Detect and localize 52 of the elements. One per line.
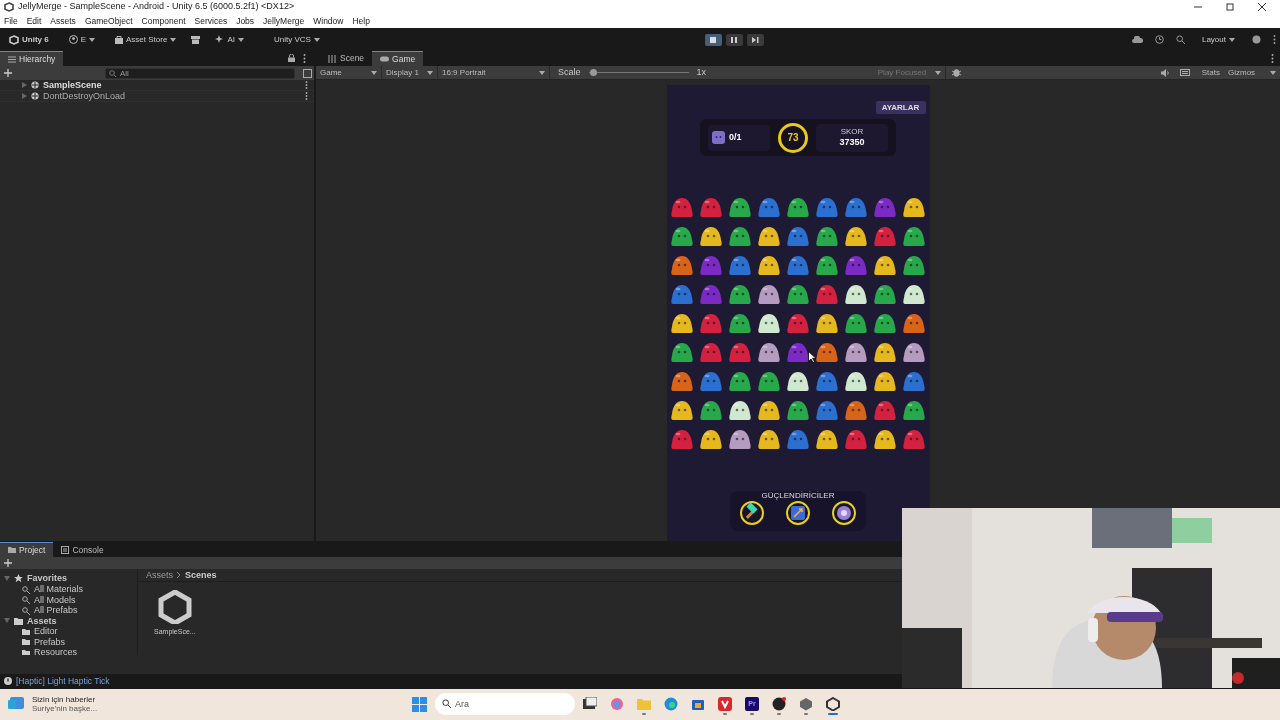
search-field[interactable]: All: [105, 67, 295, 79]
news-title[interactable]: Sizin için haberler: [32, 694, 98, 705]
gizmos-dropdown[interactable]: Gizmos: [1224, 66, 1280, 79]
scene-item[interactable]: DontDestroyOnLoad: [43, 90, 301, 102]
status-message: [Haptic] Light Haptic Tick: [16, 676, 110, 687]
menu-item[interactable]: Assets: [50, 16, 76, 27]
panel-tab[interactable]: Console: [53, 542, 112, 558]
booster-title: GÜÇLENDİRİCİLER: [761, 491, 835, 502]
goal-count: 0/1: [729, 132, 742, 143]
tree-item[interactable]: All Prefabs: [34, 605, 78, 616]
settings-button[interactable]: AYARLAR: [875, 101, 926, 114]
tree-item[interactable]: Assets: [27, 615, 57, 627]
score-value: 37350: [839, 136, 865, 148]
menu-item[interactable]: Window: [313, 16, 344, 27]
stats-toggle[interactable]: Stats: [1197, 66, 1224, 79]
tree-item[interactable]: Resources: [34, 647, 78, 656]
ai-button[interactable]: AI: [210, 33, 249, 47]
view-tab[interactable]: Game: [372, 51, 424, 66]
tree-item[interactable]: Editor: [34, 626, 58, 638]
menu-item[interactable]: JellyMerge: [263, 16, 305, 27]
account-button[interactable]: E: [63, 33, 100, 47]
score-label: SKOR: [840, 127, 864, 137]
menu-item[interactable]: Edit: [26, 16, 42, 27]
view-tab[interactable]: Scene: [320, 51, 373, 66]
panel-tab[interactable]: Project: [0, 542, 54, 558]
unity-menu-button[interactable]: Unity 6: [4, 33, 54, 47]
scale-reading: 1x: [696, 67, 707, 78]
menu-item[interactable]: File: [4, 16, 18, 27]
tree-item[interactable]: Prefabs: [34, 636, 66, 648]
panel-tab[interactable]: Hierarchy: [0, 51, 64, 66]
layout-button[interactable]: Layout: [1196, 33, 1240, 47]
tree-item[interactable]: All Models: [34, 594, 76, 606]
menu-item[interactable]: Component: [141, 16, 186, 27]
menu-item[interactable]: Jobs: [236, 16, 255, 27]
breadcrumb-item[interactable]: Scenes: [185, 570, 217, 581]
menu-item[interactable]: Services: [194, 16, 228, 27]
menu-item[interactable]: GameObject: [84, 16, 133, 27]
view-mode-dropdown[interactable]: Game: [316, 66, 382, 79]
tree-item[interactable]: All Materials: [34, 584, 83, 595]
moves-counter: 73: [778, 122, 808, 153]
breadcrumb-item[interactable]: Assets: [146, 570, 173, 581]
menu-item[interactable]: Help: [352, 16, 370, 27]
display-dropdown[interactable]: Display 1: [382, 66, 438, 79]
search-field[interactable]: Ara: [435, 693, 575, 716]
scale-label: Scale: [558, 67, 581, 78]
scene-item[interactable]: SampleScene: [43, 79, 301, 91]
window-title: JellyMerge - SampleScene - Android - Unity 6.5 (6000.5.2f1) <DX12>: [18, 1, 296, 13]
aspect-dropdown[interactable]: 16:9 Portrait: [438, 66, 550, 79]
news-subtitle[interactable]: Suriye'nin başke...: [32, 704, 98, 714]
asset-store-button[interactable]: Asset Store: [110, 33, 182, 47]
tree-item[interactable]: Favorites: [27, 573, 68, 585]
vcs-button[interactable]: Unity VCS: [268, 33, 325, 47]
